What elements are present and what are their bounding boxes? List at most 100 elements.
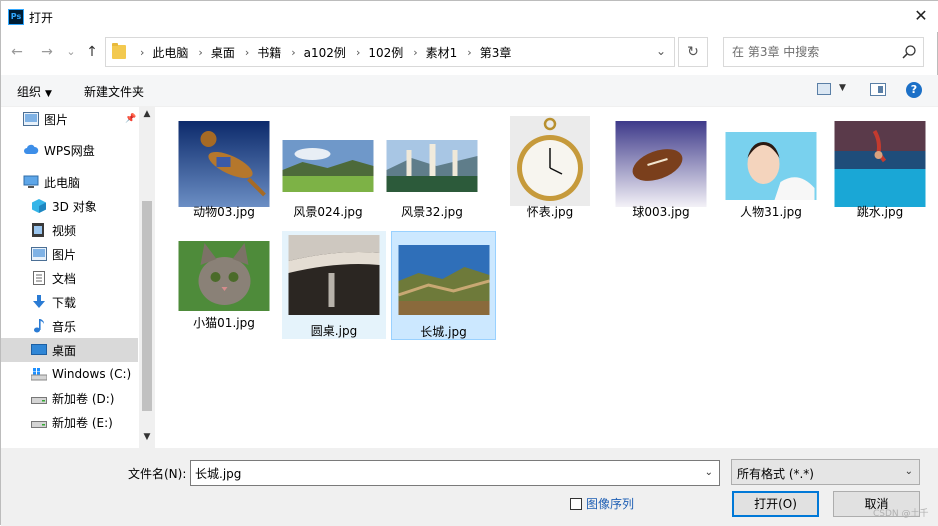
drive-icon xyxy=(31,421,47,428)
filename-combobox[interactable]: ⌄ xyxy=(190,460,720,486)
sidebar-item-desktop[interactable]: 桌面 xyxy=(1,338,138,362)
file-item[interactable]: 怀表.jpg xyxy=(498,112,602,220)
folder-icon xyxy=(112,43,126,59)
breadcrumb-books[interactable]: 书籍 xyxy=(257,44,281,61)
sidebar-item-drive-e[interactable]: 新加卷 (E:) xyxy=(1,410,138,434)
file-name: 人物31.jpg xyxy=(740,205,802,219)
help-icon[interactable]: ? xyxy=(906,82,922,98)
file-item[interactable]: 风景32.jpg xyxy=(380,112,484,220)
search-icon[interactable] xyxy=(901,44,917,60)
close-button[interactable]: ✕ xyxy=(909,4,933,28)
breadcrumb-separator[interactable]: › xyxy=(245,46,249,59)
breadcrumb-this-pc[interactable]: 此电脑 xyxy=(152,44,188,61)
search-input[interactable] xyxy=(732,43,892,61)
file-name: 小猫01.jpg xyxy=(193,316,255,330)
new-folder-button[interactable]: 新建文件夹 xyxy=(84,83,144,100)
image-sequence-checkbox[interactable] xyxy=(570,498,582,510)
file-item[interactable]: 动物03.jpg xyxy=(172,112,276,220)
file-list: 动物03.jpg 风景024.jpg 风景32.jpg 怀表.jpg 球003.… xyxy=(158,107,938,448)
meadow-thumbnail xyxy=(282,140,374,192)
round-table-thumbnail xyxy=(288,235,380,315)
up-arrow-icon[interactable]: ↑ xyxy=(82,41,102,63)
desktop-icon xyxy=(31,344,47,355)
view-options-caret-icon[interactable]: ▼ xyxy=(839,83,846,93)
open-file-dialog: Ps 打开 ✕ ← → ⌄ ↑ › 此电脑 › 桌面 › 书籍 › a102例 … xyxy=(0,0,938,526)
scroll-up-icon[interactable]: ▲ xyxy=(139,109,155,123)
file-item[interactable]: 球003.jpg xyxy=(609,112,713,220)
breadcrumb-a102[interactable]: a102例 xyxy=(304,44,346,61)
pin-icon[interactable]: 📌 xyxy=(125,114,136,124)
football-thumbnail xyxy=(615,121,707,207)
great-wall-thumbnail xyxy=(398,245,489,315)
forward-arrow-icon[interactable]: → xyxy=(37,41,57,63)
pocket-watch-thumbnail xyxy=(510,116,590,206)
sidebar-item-music[interactable]: 音乐 xyxy=(1,314,138,338)
organize-menu-button[interactable]: 组织 ▼ xyxy=(17,83,52,100)
file-name: 怀表.jpg xyxy=(526,205,574,219)
file-item-hovered[interactable]: 圆桌.jpg xyxy=(282,231,386,339)
search-box[interactable] xyxy=(723,37,924,67)
file-item[interactable]: 风景024.jpg xyxy=(276,112,380,220)
windows-drive-icon xyxy=(31,368,47,381)
file-item[interactable]: 人物31.jpg xyxy=(719,112,823,220)
sidebar-item-drive-d[interactable]: 新加卷 (D:) xyxy=(1,386,138,410)
sidebar-item-label: 下载 xyxy=(52,295,77,310)
file-name: 跳水.jpg xyxy=(856,205,904,219)
sidebar-item-label: 新加卷 (D:) xyxy=(52,391,115,406)
open-button[interactable]: 打开(O) xyxy=(732,491,819,517)
video-icon xyxy=(32,223,44,237)
kitten-thumbnail xyxy=(178,241,270,311)
sidebar-item-label: 图片 xyxy=(44,112,69,127)
drive-icon xyxy=(31,397,47,404)
sidebar-item-this-pc[interactable]: 此电脑 xyxy=(1,170,138,194)
sidebar-item-documents[interactable]: 文档 xyxy=(1,266,138,290)
breadcrumb-separator[interactable]: › xyxy=(413,46,417,59)
sidebar-item-label: WPS网盘 xyxy=(44,143,95,158)
chevron-down-icon[interactable]: ⌄ xyxy=(905,466,913,477)
title-bar: Ps 打开 ✕ xyxy=(1,1,938,32)
chevron-down-icon[interactable]: ⌄ xyxy=(705,467,713,478)
breadcrumb-separator[interactable]: › xyxy=(198,46,202,59)
sidebar-item-pictures[interactable]: 图片 xyxy=(1,242,138,266)
address-bar[interactable]: › 此电脑 › 桌面 › 书籍 › a102例 › 102例 › 素材1 › 第… xyxy=(105,37,675,67)
preview-pane-icon[interactable] xyxy=(870,83,886,96)
sidebar-item-3d-objects[interactable]: 3D 对象 xyxy=(1,194,138,218)
breadcrumb-desktop[interactable]: 桌面 xyxy=(211,44,235,61)
breadcrumb-102[interactable]: 102例 xyxy=(368,44,403,61)
sidebar-item-label: 音乐 xyxy=(52,319,77,334)
breadcrumb-material1[interactable]: 素材1 xyxy=(426,44,458,61)
sidebar-item-downloads[interactable]: 下载 xyxy=(1,290,138,314)
scroll-down-icon[interactable]: ▼ xyxy=(139,432,155,446)
breadcrumb-separator[interactable]: › xyxy=(467,46,471,59)
file-type-select[interactable]: 所有格式 (*.*) ⌄ xyxy=(731,459,920,485)
photoshop-app-icon: Ps xyxy=(8,9,24,25)
sidebar-item-pictures-quick[interactable]: 图片 📌 xyxy=(1,107,138,131)
filename-input[interactable] xyxy=(195,465,675,481)
sidebar-item-videos[interactable]: 视频 xyxy=(1,218,138,242)
back-arrow-icon[interactable]: ← xyxy=(7,41,27,63)
file-item[interactable]: 跳水.jpg xyxy=(828,112,932,220)
breadcrumb-separator[interactable]: › xyxy=(291,46,295,59)
chevron-down-icon[interactable]: ⌄ xyxy=(656,44,666,58)
breadcrumb-separator: › xyxy=(140,45,145,59)
recent-locations-icon[interactable]: ⌄ xyxy=(61,41,81,63)
change-view-icon[interactable] xyxy=(817,83,831,95)
3d-objects-icon xyxy=(32,199,46,213)
scrollbar-thumb[interactable] xyxy=(142,201,152,411)
sidebar-scrollbar[interactable]: ▲ ▼ xyxy=(139,107,155,448)
breadcrumb-chapter3[interactable]: 第3章 xyxy=(480,44,512,61)
sidebar-item-label: 3D 对象 xyxy=(52,199,97,214)
file-name: 动物03.jpg xyxy=(193,205,255,219)
refresh-button[interactable]: ↻ xyxy=(678,37,708,67)
pictures-icon xyxy=(31,247,47,261)
navigation-pane: 图片 📌 WPS网盘 此电脑 3D 对象 视频 图片 文档 下载 音乐 桌面 W… xyxy=(1,107,155,448)
image-sequence-label[interactable]: 图像序列 xyxy=(586,495,634,512)
sidebar-item-wps-cloud[interactable]: WPS网盘 xyxy=(1,138,138,162)
sidebar-item-drive-c[interactable]: Windows (C:) xyxy=(1,362,138,386)
file-item[interactable]: 小猫01.jpg xyxy=(172,223,276,331)
breadcrumb-separator[interactable]: › xyxy=(356,46,360,59)
sidebar-item-label: Windows (C:) xyxy=(52,367,132,381)
file-item-selected[interactable]: 长城.jpg xyxy=(391,231,496,340)
dog-thumbnail xyxy=(178,121,270,207)
cloud-icon xyxy=(24,144,39,154)
